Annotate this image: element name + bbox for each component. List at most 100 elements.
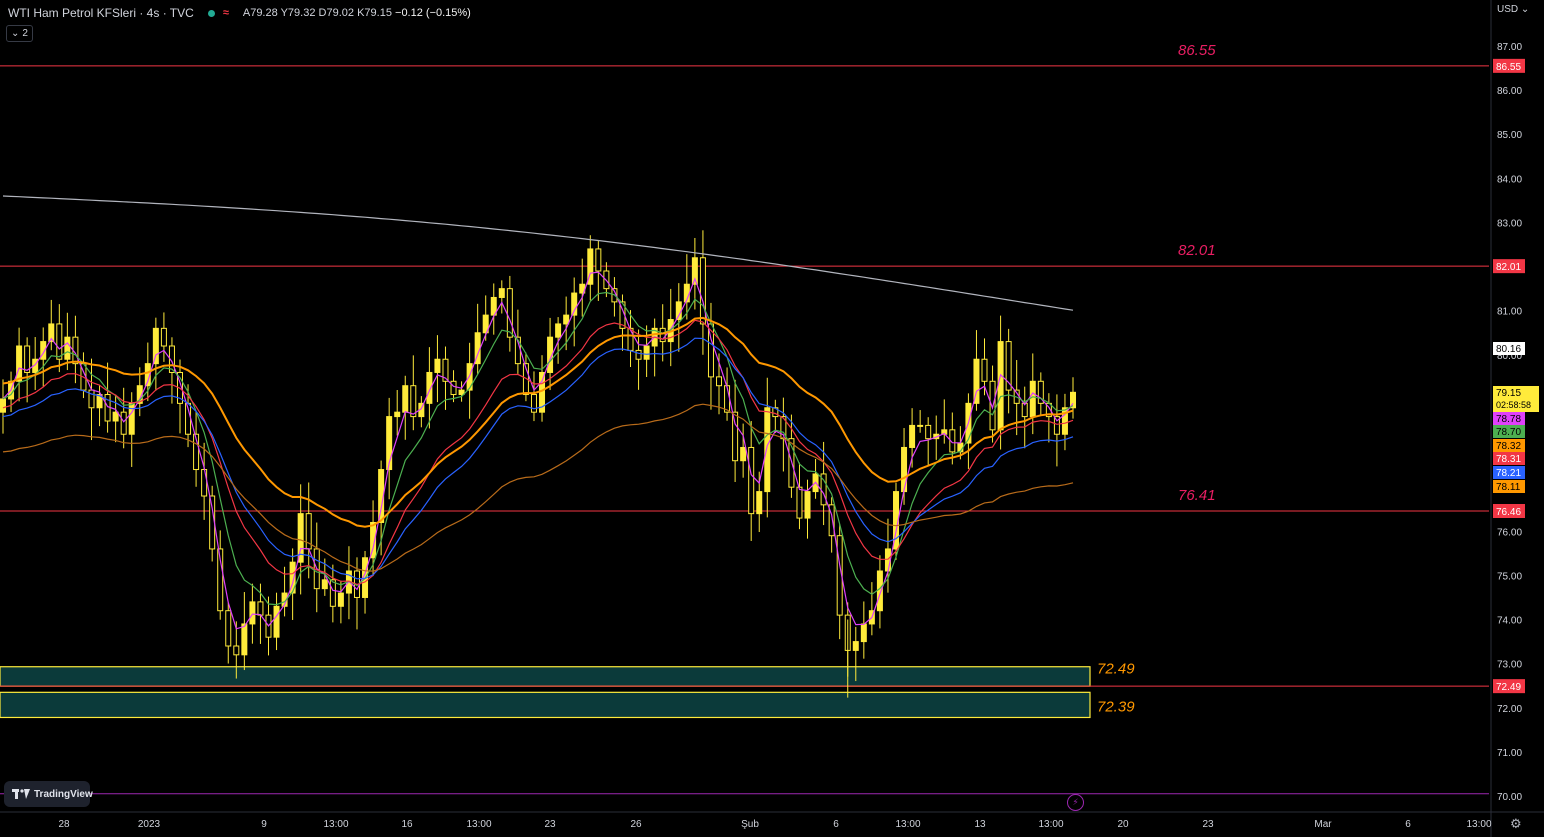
candle-body — [748, 446, 755, 515]
close-value: K79.15 — [357, 7, 392, 19]
settings-gear-icon[interactable]: ⚙ — [1510, 816, 1522, 832]
candle-body — [64, 336, 71, 360]
price-axis-badge-value: 78.31 — [1496, 454, 1521, 465]
candle-body — [852, 641, 859, 651]
open-value: A79.28 — [242, 7, 278, 19]
candle-body — [257, 601, 264, 616]
candle-body — [233, 645, 240, 656]
time-tick-label: 28 — [58, 819, 70, 830]
level-axis-value: 82.01 — [1496, 262, 1521, 273]
time-tick-label: 6 — [1405, 819, 1411, 830]
low-value: D79.02 — [318, 7, 355, 19]
time-tick-label: 6 — [833, 819, 839, 830]
time-tick-label: 20 — [1117, 819, 1129, 830]
time-tick-label: Şub — [741, 819, 759, 830]
candle-body — [112, 411, 119, 422]
price-tick-label: 70.00 — [1497, 792, 1522, 803]
change-value: −0.12 (−0.15%) — [395, 7, 471, 19]
candle-body — [627, 327, 634, 351]
price-tick-label: 71.00 — [1497, 748, 1522, 759]
price-tick-label: 85.00 — [1497, 130, 1522, 141]
candle-body — [160, 327, 167, 347]
candle-body — [530, 394, 537, 413]
candle-body — [329, 579, 336, 607]
candle-body — [434, 358, 441, 373]
candle-body — [804, 491, 811, 519]
support-zone — [0, 666, 1091, 687]
compare-icon[interactable]: ≈ — [223, 7, 229, 19]
price-axis-badge-value: 78.32 — [1496, 441, 1521, 452]
candle-body — [925, 424, 932, 440]
candle-body — [917, 424, 924, 427]
candle-body — [716, 376, 723, 387]
price-tick-label: 81.00 — [1497, 307, 1522, 318]
level-label: 82.01 — [1178, 242, 1216, 259]
chart-header: WTI Ham Petrol KFSleri · 4s · TVC ≈ A79.… — [0, 0, 471, 26]
support-zone — [0, 691, 1091, 719]
time-tick-label: 13:00 — [895, 819, 920, 830]
candle-body — [884, 548, 891, 572]
zone-label: 72.39 — [1097, 698, 1135, 715]
price-axis-badge-value: 78.70 — [1496, 427, 1521, 438]
zone-label: 72.49 — [1097, 661, 1135, 678]
price-tick-label: 87.00 — [1497, 42, 1522, 53]
level-label: 86.55 — [1178, 42, 1216, 59]
price-tick-label: 72.00 — [1497, 704, 1522, 715]
price-tick-label: 86.00 — [1497, 86, 1522, 97]
candle-body — [273, 605, 280, 638]
price-axis-badge-value: 80.16 — [1496, 344, 1521, 355]
candle-body — [16, 345, 23, 382]
level-axis-value: 76.46 — [1496, 507, 1521, 518]
lightning-icon[interactable]: ⚡ — [1067, 794, 1084, 811]
candle-body — [732, 411, 739, 462]
candle-body — [699, 257, 706, 325]
currency-label: USD — [1497, 4, 1519, 15]
level-axis-value: 72.49 — [1496, 682, 1521, 693]
candle-body — [321, 579, 328, 590]
price-tick-label: 83.00 — [1497, 218, 1522, 229]
time-tick-label: 16 — [401, 819, 413, 830]
price-axis-badge-value: 78.11 — [1496, 482, 1521, 493]
level-axis-value: 86.55 — [1496, 62, 1521, 73]
candle-body — [740, 446, 747, 462]
candle-body — [337, 592, 344, 607]
indicators-collapse-button[interactable]: ⌄ 2 — [6, 25, 33, 42]
candle-body — [643, 345, 650, 360]
price-axis-badge-value: 78.78 — [1496, 414, 1521, 425]
candle-body — [249, 601, 256, 625]
tradingview-logo[interactable]: TradingView — [4, 781, 93, 807]
price-tick-label: 84.00 — [1497, 174, 1522, 185]
candle-body — [394, 411, 401, 418]
time-tick-label: 13:00 — [1466, 819, 1491, 830]
candle-body — [450, 380, 457, 396]
price-axis-badge-value: 78.21 — [1496, 468, 1521, 479]
candle-body — [120, 411, 127, 435]
price-chart[interactable]: 72.49 72.39 86.55 82.01 76.41 87.00 86.00 85.00… — [0, 0, 1544, 837]
time-tick-label: 13:00 — [323, 819, 348, 830]
candle-body — [152, 327, 159, 365]
candle-body — [860, 623, 867, 643]
candle-body — [56, 323, 63, 360]
candle-body — [909, 424, 916, 448]
symbol-title[interactable]: WTI Ham Petrol KFSleri · 4s · TVC — [8, 6, 194, 20]
candle-body — [225, 610, 232, 647]
time-tick-label: 26 — [630, 819, 642, 830]
tradingview-label: TradingView — [34, 788, 93, 800]
time-tick-label: 23 — [544, 819, 556, 830]
candle-body — [675, 301, 682, 321]
candle-body — [563, 314, 570, 325]
time-tick-label: 23 — [1202, 819, 1214, 830]
high-value: Y79.32 — [280, 7, 316, 19]
candle-body — [997, 341, 1004, 431]
indicator-count: 2 — [22, 28, 28, 39]
countdown-timer: 02:58:58 — [1496, 400, 1531, 410]
currency-selector[interactable]: USD ⌄ — [1497, 4, 1529, 15]
candle-body — [796, 486, 803, 519]
time-tick-label: Mar — [1314, 819, 1332, 830]
candle-body — [555, 323, 562, 338]
candle-body — [410, 385, 417, 418]
price-tick-label: 73.00 — [1497, 660, 1522, 671]
candle-body — [241, 623, 248, 656]
candle-body — [756, 491, 763, 515]
chevron-down-icon: ⌄ — [11, 28, 20, 39]
